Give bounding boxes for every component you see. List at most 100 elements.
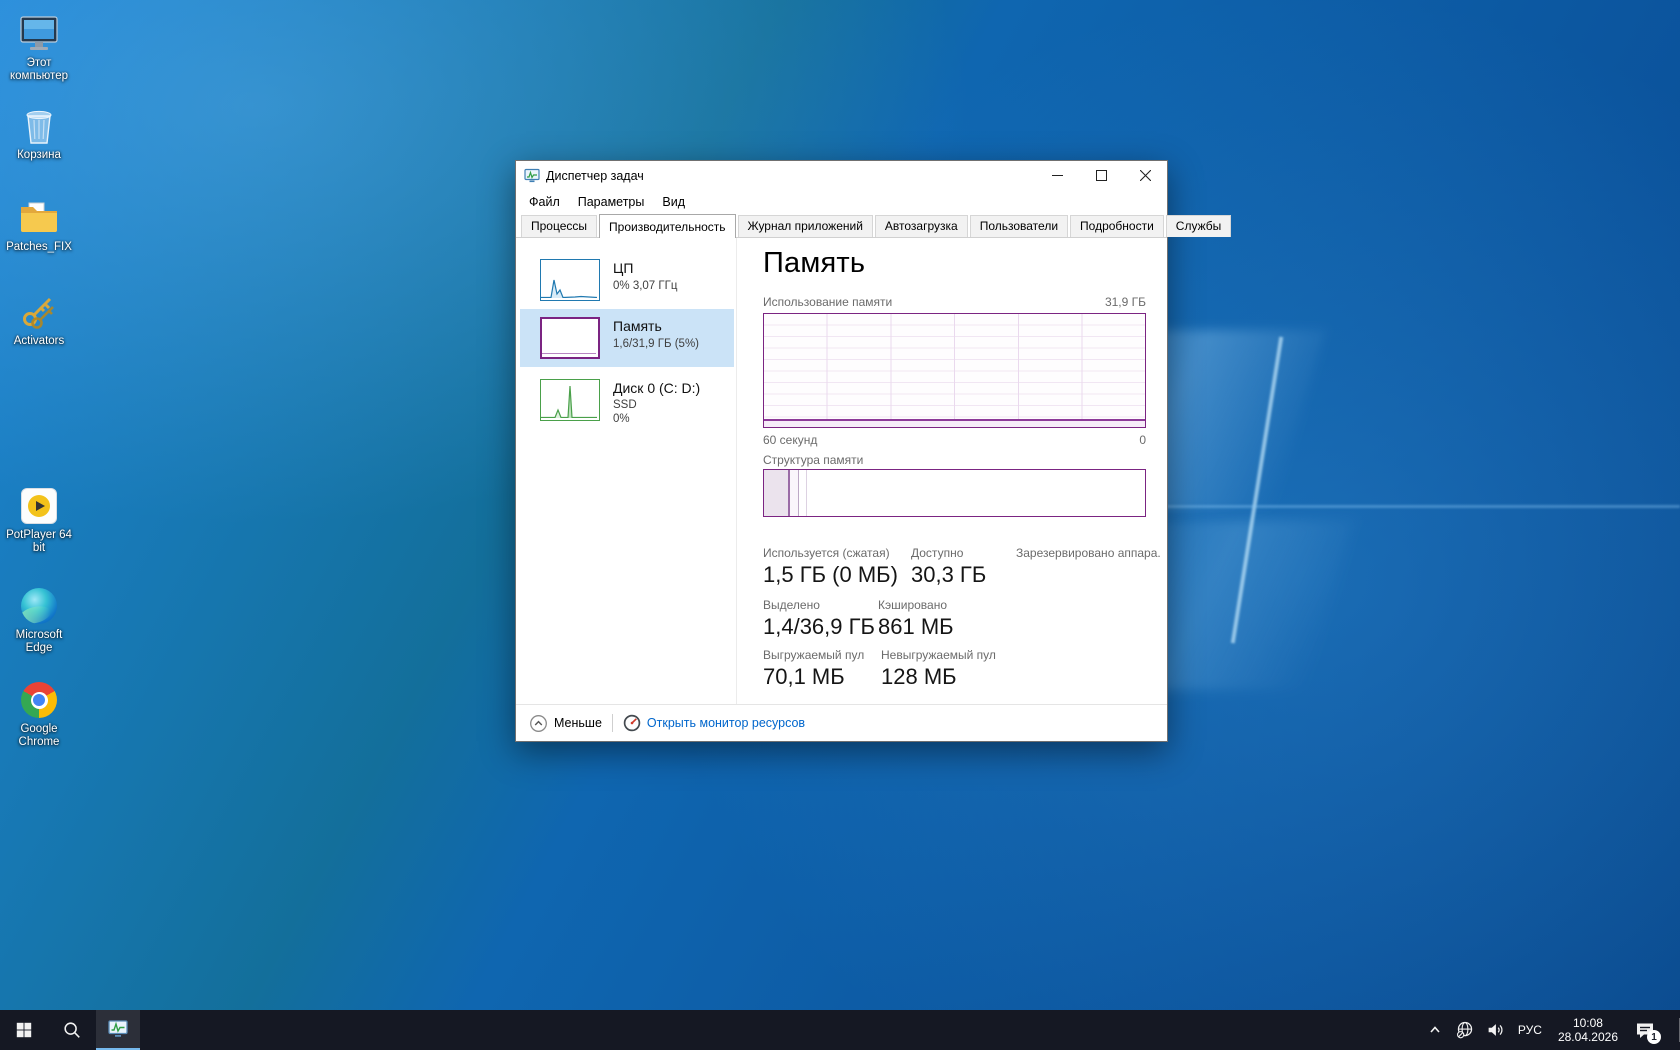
memory-usage-graph xyxy=(763,313,1146,428)
desktop-icon-label: Этот компьютер xyxy=(2,57,76,83)
fewer-details-button[interactable]: Меньше xyxy=(530,715,602,732)
desktop-wallpaper: Этот компьютер Корзина Patches_FIX xyxy=(0,0,1680,1050)
disk-detail-usage: 0% xyxy=(613,413,630,425)
stat-value-available: 30,3 ГБ xyxy=(911,562,986,588)
graph-time-zero-label: 0 xyxy=(1139,433,1146,447)
memory-detail: 1,6/31,9 ГБ (5%) xyxy=(613,338,699,350)
composition-segment-standby xyxy=(799,470,807,516)
network-globe-icon[interactable] xyxy=(1452,1010,1478,1050)
taskbar-clock[interactable]: 10:08 28.04.2026 xyxy=(1552,1016,1624,1044)
memory-total-label: 31,9 ГБ xyxy=(1105,295,1146,309)
memory-mini-graph xyxy=(540,317,600,359)
system-tray: РУС 10:08 28.04.2026 1 xyxy=(1422,1010,1674,1050)
desktop-icon-label: Корзина xyxy=(2,149,76,162)
tab-strip: Процессы Производительность Журнал прило… xyxy=(516,213,1167,238)
notification-count-badge: 1 xyxy=(1647,1030,1661,1044)
sidebar-item-disk0[interactable]: Диск 0 (C: D:) SSD 0% xyxy=(520,371,734,443)
composition-segment-modified xyxy=(790,470,799,516)
close-button[interactable] xyxy=(1123,161,1167,190)
stat-label-in-use: Используется (сжатая) xyxy=(763,546,890,560)
open-resource-monitor-link[interactable]: Открыть монитор ресурсов xyxy=(623,714,805,732)
tab-users[interactable]: Пользователи xyxy=(970,215,1068,237)
disk-mini-graph xyxy=(540,379,600,421)
stat-value-non-paged-pool: 128 МБ xyxy=(881,664,957,690)
menu-bar: Файл Параметры Вид xyxy=(516,191,1167,213)
volume-icon[interactable] xyxy=(1482,1010,1508,1050)
cpu-mini-graph xyxy=(540,259,600,301)
desktop-icon-this-pc[interactable]: Этот компьютер xyxy=(2,14,76,83)
recycle-bin-icon xyxy=(2,106,76,146)
tab-startup[interactable]: Автозагрузка xyxy=(875,215,968,237)
stat-label-cached: Кэшировано xyxy=(878,598,947,612)
cpu-name: ЦП xyxy=(613,260,633,276)
chevron-up-circle-icon xyxy=(530,715,547,732)
memory-usage-line xyxy=(764,419,1145,421)
chrome-icon xyxy=(2,680,76,720)
folder-icon xyxy=(2,198,76,238)
desktop-icon-potplayer[interactable]: PotPlayer 64 bit xyxy=(2,486,76,555)
desktop-icon-label: Microsoft Edge xyxy=(2,629,76,655)
task-manager-taskbar-icon xyxy=(107,1018,129,1040)
keys-icon xyxy=(2,292,76,332)
title-bar[interactable]: Диспетчер задач xyxy=(516,161,1167,191)
composition-segment-in-use xyxy=(764,470,790,516)
action-center-button[interactable]: 1 xyxy=(1628,1010,1662,1050)
menu-view[interactable]: Вид xyxy=(653,193,694,211)
start-button[interactable] xyxy=(0,1010,48,1050)
stat-label-paged-pool: Выгружаемый пул xyxy=(763,648,864,662)
tab-services[interactable]: Службы xyxy=(1166,215,1231,237)
desktop-icon-microsoft-edge[interactable]: Microsoft Edge xyxy=(2,586,76,655)
minimize-button[interactable] xyxy=(1035,161,1079,190)
desktop-icon-label: PotPlayer 64 bit xyxy=(2,529,76,555)
fewer-details-label: Меньше xyxy=(554,716,602,730)
sidebar-divider xyxy=(736,238,737,704)
taskbar-search-button[interactable] xyxy=(48,1010,96,1050)
stat-label-committed: Выделено xyxy=(763,598,820,612)
clock-date: 28.04.2026 xyxy=(1558,1030,1618,1044)
disk-detail-type: SSD xyxy=(613,399,637,411)
search-icon xyxy=(62,1020,82,1040)
stat-value-committed: 1,4/36,9 ГБ xyxy=(763,614,875,640)
window-footer: Меньше Открыть монитор ресурсов xyxy=(516,704,1167,741)
language-indicator[interactable]: РУС xyxy=(1512,1023,1548,1037)
sidebar-item-memory-selected[interactable]: Память 1,6/31,9 ГБ (5%) xyxy=(520,309,734,367)
windows-logo-icon xyxy=(15,1021,33,1039)
graph-timespan-label: 60 секунд xyxy=(763,433,817,447)
maximize-button[interactable] xyxy=(1079,161,1123,190)
desktop-icon-activators[interactable]: Activators xyxy=(2,292,76,348)
stat-label-non-paged-pool: Невыгружаемый пул xyxy=(881,648,996,662)
tab-performance[interactable]: Производительность xyxy=(599,214,735,238)
tray-chevron-up-icon[interactable] xyxy=(1422,1010,1448,1050)
memory-usage-area-fill xyxy=(764,421,1145,427)
memory-usage-label: Использование памяти xyxy=(763,295,892,309)
open-resource-monitor-label: Открыть монитор ресурсов xyxy=(647,716,805,730)
tab-details[interactable]: Подробности xyxy=(1070,215,1164,237)
desktop-icon-label: Google Chrome xyxy=(2,723,76,749)
menu-file[interactable]: Файл xyxy=(520,193,569,211)
tab-processes[interactable]: Процессы xyxy=(521,215,597,237)
desktop-icon-patches-fix-folder[interactable]: Patches_FIX xyxy=(2,198,76,254)
menu-options[interactable]: Параметры xyxy=(569,193,654,211)
memory-composition-bar[interactable] xyxy=(763,469,1146,517)
wallpaper-light-edge xyxy=(1231,337,1283,644)
potplayer-icon xyxy=(2,486,76,526)
sidebar-item-cpu[interactable]: ЦП 0% 3,07 ГГц xyxy=(520,251,734,309)
cpu-detail: 0% 3,07 ГГц xyxy=(613,280,677,292)
stat-value-cached: 861 МБ xyxy=(878,614,954,640)
this-pc-icon xyxy=(2,14,76,54)
memory-composition-label: Структура памяти xyxy=(763,453,863,467)
task-manager-app-icon xyxy=(524,168,540,184)
panel-title: Память xyxy=(763,247,865,280)
stat-value-paged-pool: 70,1 МБ xyxy=(763,664,845,690)
tab-app-history[interactable]: Журнал приложений xyxy=(738,215,873,237)
desktop-icon-label: Patches_FIX xyxy=(2,241,76,254)
desktop-icon-google-chrome[interactable]: Google Chrome xyxy=(2,680,76,749)
footer-divider xyxy=(612,714,613,732)
clock-time: 10:08 xyxy=(1558,1016,1618,1030)
stat-label-hardware-reserved: Зарезервировано аппара... xyxy=(1016,546,1161,560)
taskbar-app-task-manager[interactable] xyxy=(96,1010,140,1050)
disk-name: Диск 0 (C: D:) xyxy=(613,380,700,396)
desktop-icon-recycle-bin[interactable]: Корзина xyxy=(2,106,76,162)
taskbar: РУС 10:08 28.04.2026 1 xyxy=(0,1010,1680,1050)
resource-monitor-icon xyxy=(623,714,641,732)
